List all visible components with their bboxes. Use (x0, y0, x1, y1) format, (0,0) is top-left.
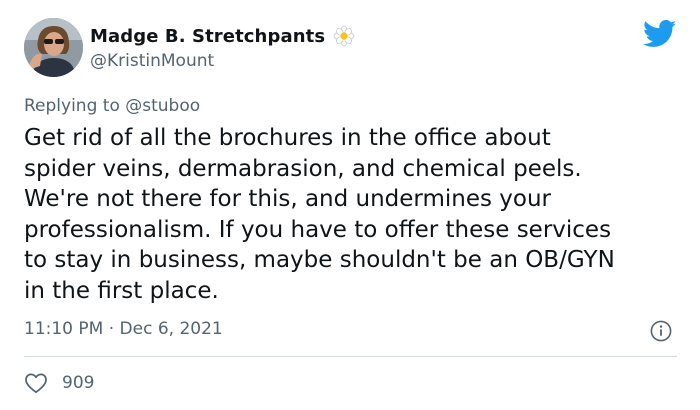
reply-prefix: Replying to (24, 96, 120, 116)
divider (24, 356, 677, 357)
twitter-bird-icon[interactable] (643, 20, 677, 48)
reply-context: Replying to @stuboo (24, 96, 200, 116)
tweet-text: Get rid of all the brochures in the offi… (24, 123, 689, 306)
like-action[interactable]: 909 (24, 372, 94, 394)
author-name-row: Madge B. Stretchpants (90, 24, 355, 48)
tweet-text-line: to stay in business, maybe shouldn't be … (24, 247, 615, 273)
flower-icon (333, 25, 355, 47)
tweet-text-line: in the first place. (24, 277, 219, 304)
avatar[interactable] (24, 18, 83, 77)
tweet-text-line: professionalism. If you have to offer th… (24, 216, 612, 243)
display-name[interactable]: Madge B. Stretchpants (90, 26, 325, 47)
info-icon[interactable] (650, 320, 672, 342)
tweet-card: Madge B. Stretchpants @KristinMount Repl… (0, 0, 700, 410)
tweet-text-line: spider veins, dermabrasion, and chemical… (24, 155, 582, 182)
author-handle[interactable]: @KristinMount (90, 51, 214, 71)
tweet-text-line: Get rid of all the brochures in the offi… (24, 125, 551, 151)
like-count: 909 (62, 373, 95, 393)
tweet-timestamp[interactable]: 11:10 PM · Dec 6, 2021 (24, 319, 223, 339)
heart-icon[interactable] (24, 372, 48, 394)
reply-mention-link[interactable]: @stuboo (125, 96, 200, 116)
tweet-text-line: We're not there for this, and undermines… (24, 186, 552, 212)
